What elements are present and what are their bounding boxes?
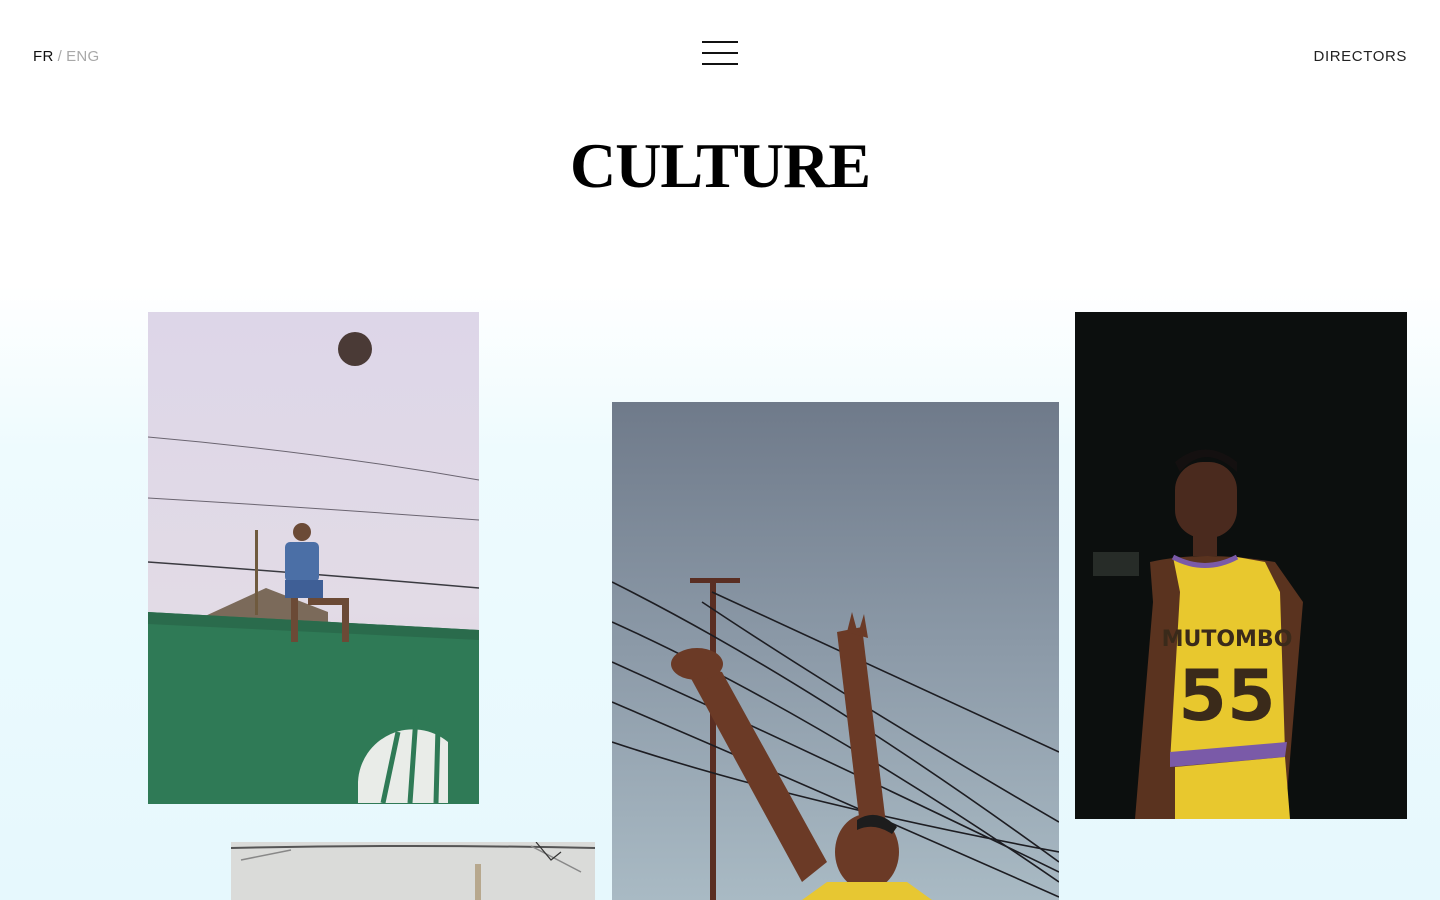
jersey-number-text: 55 (1178, 655, 1275, 737)
menu-line (702, 63, 738, 65)
hamburger-menu-icon[interactable] (702, 41, 738, 66)
photo-boy-on-wall[interactable] (148, 312, 479, 804)
photo-boy-on-wall-image (148, 312, 479, 804)
photo-ceiling-image (231, 842, 595, 900)
photo-player-jersey[interactable]: MUTOMBO 55 (1075, 312, 1407, 819)
directors-link[interactable]: DIRECTORS (1314, 48, 1407, 65)
photo-player-reaching-image (612, 402, 1059, 900)
page-title: CULTURE (569, 130, 871, 201)
lang-separator: / (57, 48, 63, 65)
lang-fr-link[interactable]: FR (33, 48, 54, 65)
lang-eng-link[interactable]: ENG (66, 48, 99, 65)
menu-line (702, 41, 738, 43)
menu-line (702, 52, 738, 54)
photo-player-jersey-image: MUTOMBO 55 (1075, 312, 1407, 819)
photo-player-reaching[interactable] (612, 402, 1059, 900)
jersey-name-text: MUTOMBO (1162, 627, 1293, 652)
language-switcher: FR / ENG (33, 48, 99, 65)
photo-ceiling[interactable] (231, 842, 595, 900)
page: FR / ENG DIRECTORS CULTURE MUTOMBO 55 (0, 0, 1440, 900)
